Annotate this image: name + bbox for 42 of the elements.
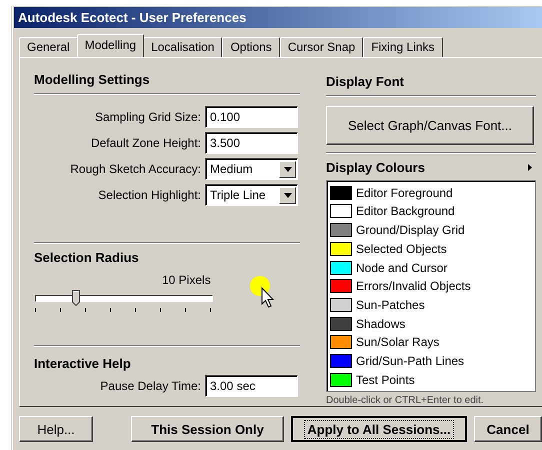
section-heading: Display Font [326,74,406,89]
list-item[interactable]: Grid/Sun-Path Lines [356,354,464,368]
input-field[interactable]: 3.500 [205,132,298,154]
dialog-button[interactable]: This Session Only [131,416,284,442]
section-heading: Modelling Settings [34,72,151,87]
tab[interactable]: Options [222,37,280,57]
field-label: Pause Delay Time: [100,379,201,393]
list-item[interactable]: Sun-Patches [356,298,425,312]
arrow-right-icon[interactable] [528,164,532,172]
window-title: Autodesk Ecotect - User Preferences [14,7,542,28]
dialog-button[interactable]: Cancel [474,416,542,442]
section-heading: Selection Radius [34,250,140,265]
tab[interactable]: General [19,37,78,57]
font-button[interactable]: Select Graph/Canvas Font... [326,106,534,146]
tab[interactable]: Modelling [76,34,144,57]
dropdown[interactable]: Medium [205,158,298,180]
field-label: Rough Sketch Accuracy: [70,162,201,176]
list-item[interactable]: Selected Objects [356,242,447,256]
section-heading: Interactive Help [34,356,132,371]
section-heading: Display Colours [326,160,425,176]
field-label: Selection Highlight: [98,188,201,202]
list-item[interactable]: Shadows [356,316,406,331]
field-label: Default Zone Height: [90,136,201,150]
slider-thumb[interactable] [72,290,80,306]
input-field[interactable]: 0.100 [205,106,298,128]
tab[interactable]: Fixing Links [363,37,443,57]
list-item[interactable]: Node and Cursor [356,260,448,275]
list-item[interactable]: Errors/Invalid Objects [356,279,471,294]
list-item[interactable]: Editor Background [356,204,455,218]
dropdown[interactable]: Triple Line [205,184,298,206]
list-item[interactable]: Sun/Solar Rays [356,335,440,350]
tab[interactable]: Localisation [143,37,222,57]
dialog-button[interactable]: Apply to All Sessions... [291,416,467,442]
list-item[interactable]: Editor Foreground [356,186,453,200]
list-item[interactable]: Ground/Display Grid [356,223,465,238]
input-field[interactable]: 3.00 sec [205,375,298,397]
slider-reading: 10 Pixels [162,273,211,287]
field-label: Sampling Grid Size: [94,110,201,124]
list-item[interactable]: Test Points [356,372,415,387]
tab[interactable]: Cursor Snap [280,37,364,57]
dialog-button[interactable]: Help... [19,416,93,442]
hint-text: Double-click or CTRL+Enter to edit. [326,395,485,406]
